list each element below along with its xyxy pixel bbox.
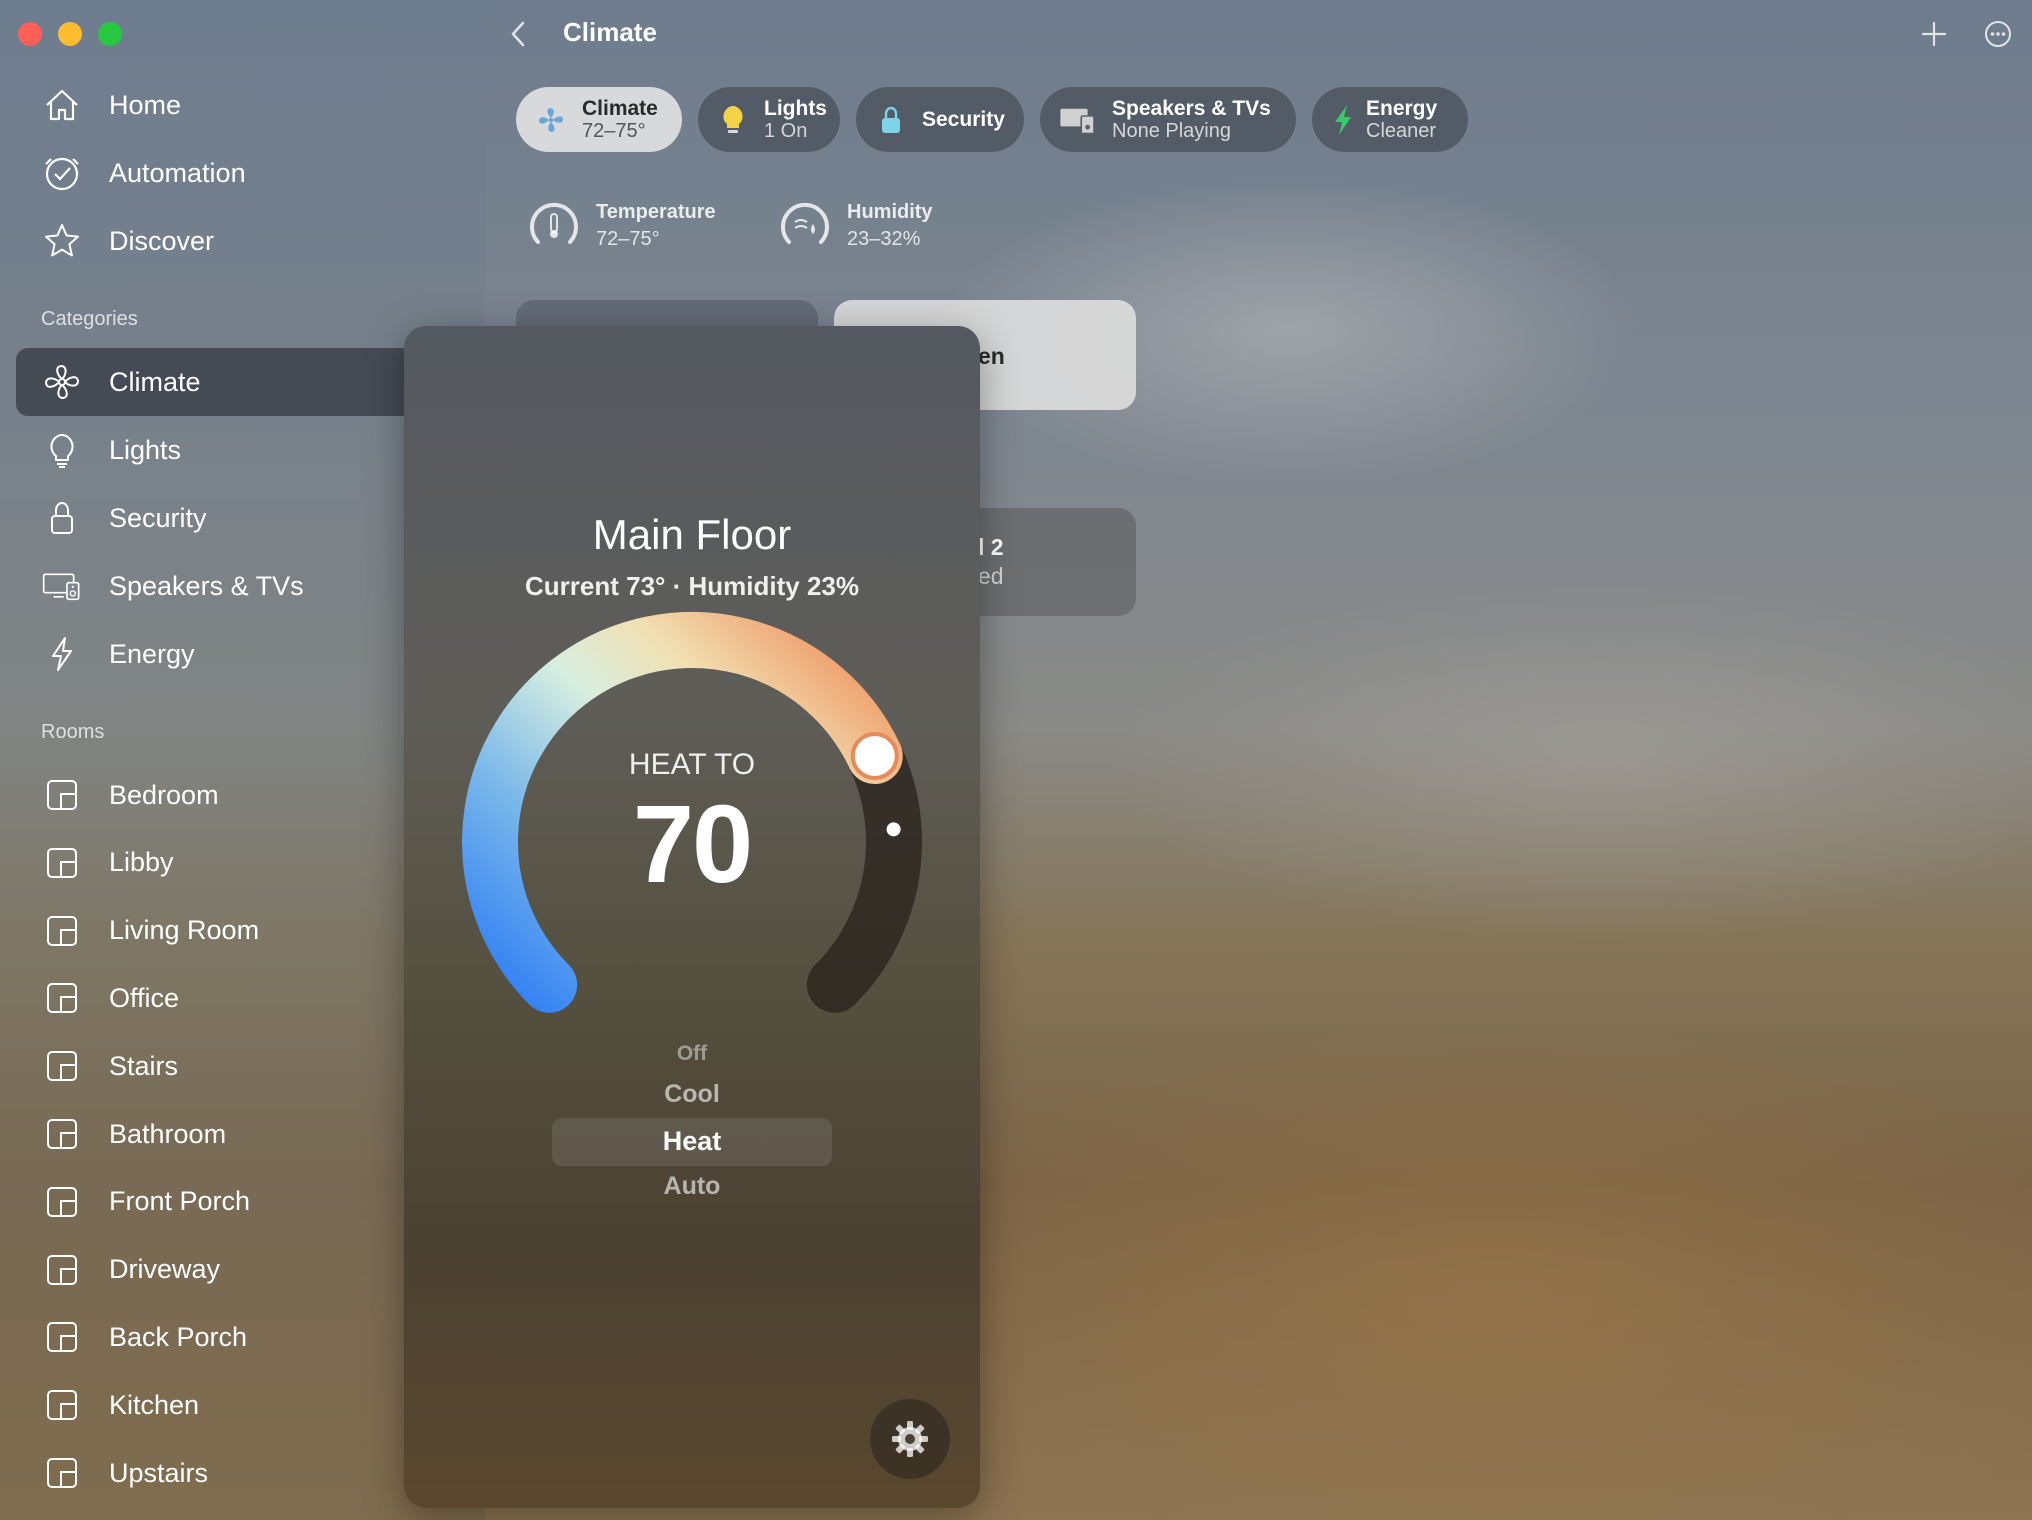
mode-option-off[interactable]: Off [404, 1042, 980, 1066]
sidebar-item-label: Kitchen [109, 1389, 200, 1420]
sidebar-item-automation[interactable]: Automation [16, 139, 486, 207]
summary-label: Humidity [847, 201, 933, 223]
more-button[interactable] [1980, 16, 2016, 52]
star-icon [42, 221, 82, 261]
sidebar-item-label: Discover [109, 225, 215, 256]
plus-icon [1921, 21, 1947, 47]
mode-option-cool[interactable]: Cool [404, 1080, 980, 1109]
sidebar-item-label: Bedroom [109, 779, 219, 810]
chip-climate[interactable]: Climate 72–75° [516, 87, 682, 152]
sidebar-item-label: Climate [109, 366, 201, 397]
chevron-left-icon [511, 21, 525, 47]
fan-icon [534, 103, 568, 137]
sidebar-item-label: Lights [109, 434, 182, 465]
sidebar-item-label: Home [109, 89, 182, 120]
chip-speakers-tvs[interactable]: Speakers & TVs None Playing [1040, 87, 1296, 152]
add-button[interactable] [1916, 16, 1952, 52]
sidebar-item-label: Speakers & TVs [109, 570, 304, 601]
summary-humidity[interactable]: Humidity 23–32% [775, 196, 933, 256]
sidebar-item-label: Automation [109, 157, 246, 188]
chip-subtitle: Cleaner [1366, 120, 1437, 143]
sidebar-item-discover[interactable]: Discover [16, 207, 486, 275]
chip-lights[interactable]: Lights 1 On [698, 87, 840, 152]
chip-energy[interactable]: Energy Cleaner [1312, 87, 1468, 152]
lock-icon [874, 103, 908, 137]
sidebar-item-label: Bathroom [109, 1118, 227, 1149]
mode-option-heat[interactable]: Heat [404, 1126, 980, 1157]
chip-subtitle: 1 On [764, 120, 808, 143]
room-icon [42, 1250, 82, 1290]
summary-label: Temperature [596, 201, 716, 223]
rooms-header: Rooms [41, 721, 105, 743]
room-icon [42, 1317, 82, 1357]
room-icon [42, 978, 82, 1018]
thermostat-name: Main Floor [592, 511, 792, 558]
zoom-window-button[interactable] [98, 22, 122, 46]
sidebar-item-label: Upstairs [109, 1457, 209, 1488]
ellipsis-circle-icon [1985, 21, 2011, 47]
clock-check-icon [42, 153, 82, 193]
tile-subtitle: ed [978, 563, 1004, 589]
room-icon [42, 1114, 82, 1154]
close-window-button[interactable] [18, 22, 42, 46]
tile-title: en [978, 343, 1005, 369]
lock-icon [42, 498, 82, 538]
sidebar-item-label: Energy [109, 638, 195, 669]
room-icon [42, 1182, 82, 1222]
mode-option-auto[interactable]: Auto [404, 1172, 980, 1201]
humidity-gauge-icon [781, 202, 829, 244]
thermostat-settings-button[interactable] [870, 1399, 950, 1479]
room-icon [42, 775, 82, 815]
back-button[interactable] [510, 14, 534, 54]
room-icon [42, 911, 82, 951]
sidebar-item-label: Front Porch [109, 1186, 251, 1217]
bolt-icon [42, 634, 82, 674]
gear-icon [892, 1421, 928, 1457]
minimize-window-button[interactable] [58, 22, 82, 46]
sidebar-item-label: Stairs [109, 1050, 179, 1081]
thermostat-popover: Main Floor Current 73° · Humidity 23% HE… [404, 326, 980, 1508]
room-icon [42, 1046, 82, 1086]
sidebar-item-label: Libby [109, 847, 174, 878]
chip-security[interactable]: Security [856, 87, 1024, 152]
fan-icon [42, 362, 82, 402]
categories-header: Categories [41, 308, 138, 330]
bolt-icon [1330, 103, 1356, 137]
summary-value: 23–32% [847, 228, 921, 250]
sidebar-item-label: Driveway [109, 1254, 221, 1285]
speaker-tv-icon [1058, 103, 1098, 137]
house-icon [42, 85, 82, 125]
chip-title: Energy [1366, 96, 1438, 120]
chip-subtitle: 72–75° [582, 120, 646, 143]
thermostat-status: Current 73° · Humidity 23% [524, 571, 860, 601]
page-title: Climate [563, 17, 657, 47]
mode-label: HEAT TO [628, 748, 756, 781]
lightbulb-icon [42, 430, 82, 470]
sidebar-item-label: Security [109, 502, 207, 533]
sidebar-item-label: Back Porch [109, 1321, 248, 1352]
chip-title: Lights [764, 96, 827, 120]
sidebar-item-label: Living Room [109, 915, 260, 946]
lightbulb-icon [716, 103, 750, 137]
room-icon [42, 843, 82, 883]
chip-title: Security [922, 107, 1005, 131]
target-temperature: 70 [632, 783, 753, 906]
chip-subtitle: None Playing [1112, 120, 1231, 143]
summary-temperature[interactable]: Temperature 72–75° [524, 196, 716, 256]
summary-value: 72–75° [596, 228, 660, 250]
chip-title: Speakers & TVs [1112, 96, 1271, 120]
window-controls [18, 22, 122, 46]
sidebar-item-label: Office [109, 982, 180, 1013]
chip-title: Climate [582, 96, 658, 120]
speaker-tv-icon [42, 566, 82, 606]
room-icon [42, 1385, 82, 1425]
tile-title: l 2 [978, 534, 1004, 560]
sidebar-item-home[interactable]: Home [16, 71, 486, 139]
room-icon [42, 1453, 82, 1493]
thermometer-gauge-icon [530, 202, 578, 244]
